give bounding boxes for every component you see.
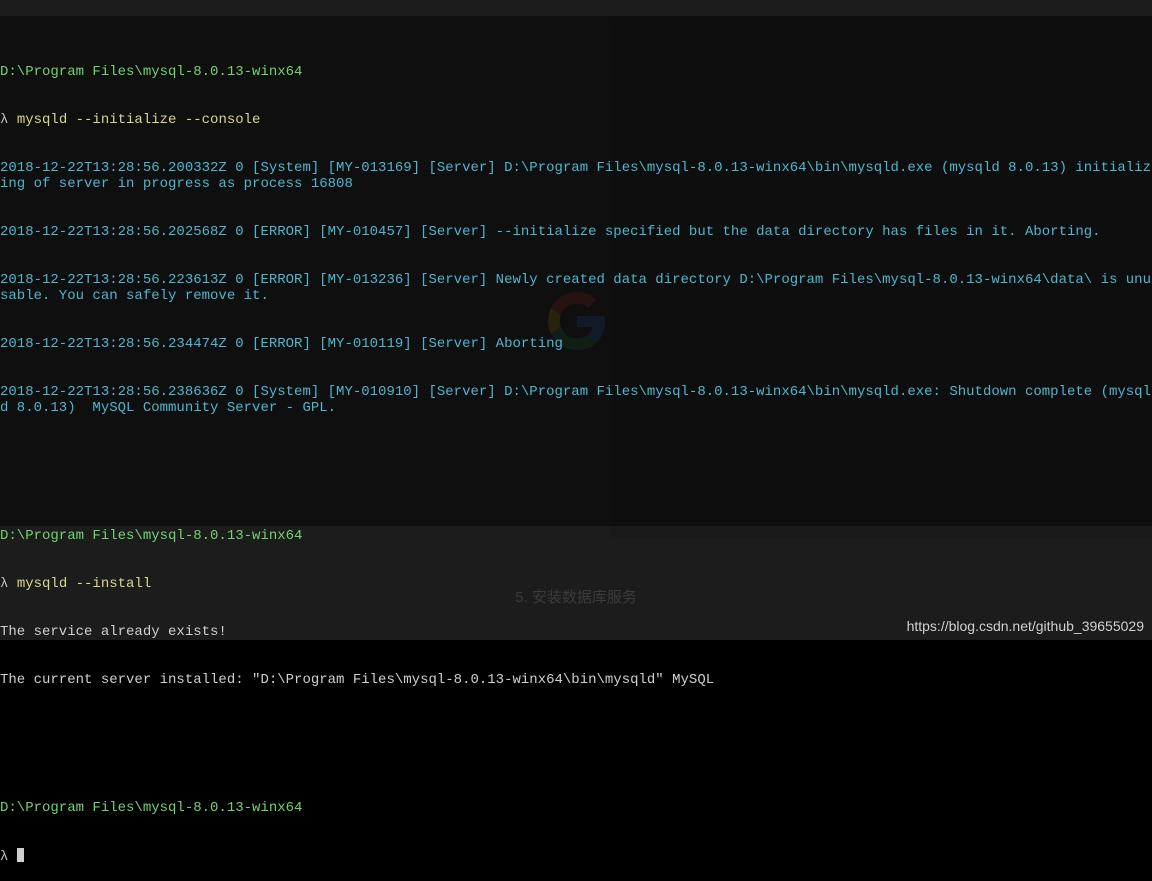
prompt-line[interactable]: λ mysqld --install [0, 576, 1152, 592]
prompt-lambda: λ [0, 576, 8, 592]
cwd-path: D:\Program Files\mysql-8.0.13-winx64 [0, 528, 1152, 544]
blank-line [0, 720, 1152, 736]
prompt-line[interactable]: λ [0, 848, 1152, 865]
log-line: 2018-12-22T13:28:56.202568Z 0 [ERROR] [M… [0, 224, 1152, 240]
prompt-lambda: λ [0, 112, 8, 128]
prompt-lambda: λ [0, 849, 8, 865]
cwd-path: D:\Program Files\mysql-8.0.13-winx64 [0, 800, 1152, 816]
terminal-window[interactable]: D:\Program Files\mysql-8.0.13-winx64 λ m… [0, 16, 1152, 526]
command-input: mysqld --install [17, 576, 151, 592]
log-line: 2018-12-22T13:28:56.238636Z 0 [System] [… [0, 384, 1152, 416]
watermark-text: https://blog.csdn.net/github_39655029 [907, 618, 1144, 634]
cwd-path: D:\Program Files\mysql-8.0.13-winx64 [0, 64, 1152, 80]
log-line: 2018-12-22T13:28:56.234474Z 0 [ERROR] [M… [0, 336, 1152, 352]
log-line: 2018-12-22T13:28:56.223613Z 0 [ERROR] [M… [0, 272, 1152, 304]
command-input: mysqld --initialize --console [17, 112, 261, 128]
prompt-line[interactable]: λ mysqld --initialize --console [0, 112, 1152, 128]
blank-line [0, 448, 1152, 464]
cursor-icon [17, 848, 24, 862]
log-line: 2018-12-22T13:28:56.200332Z 0 [System] [… [0, 160, 1152, 192]
output-line: The current server installed: "D:\Progra… [0, 672, 1152, 688]
